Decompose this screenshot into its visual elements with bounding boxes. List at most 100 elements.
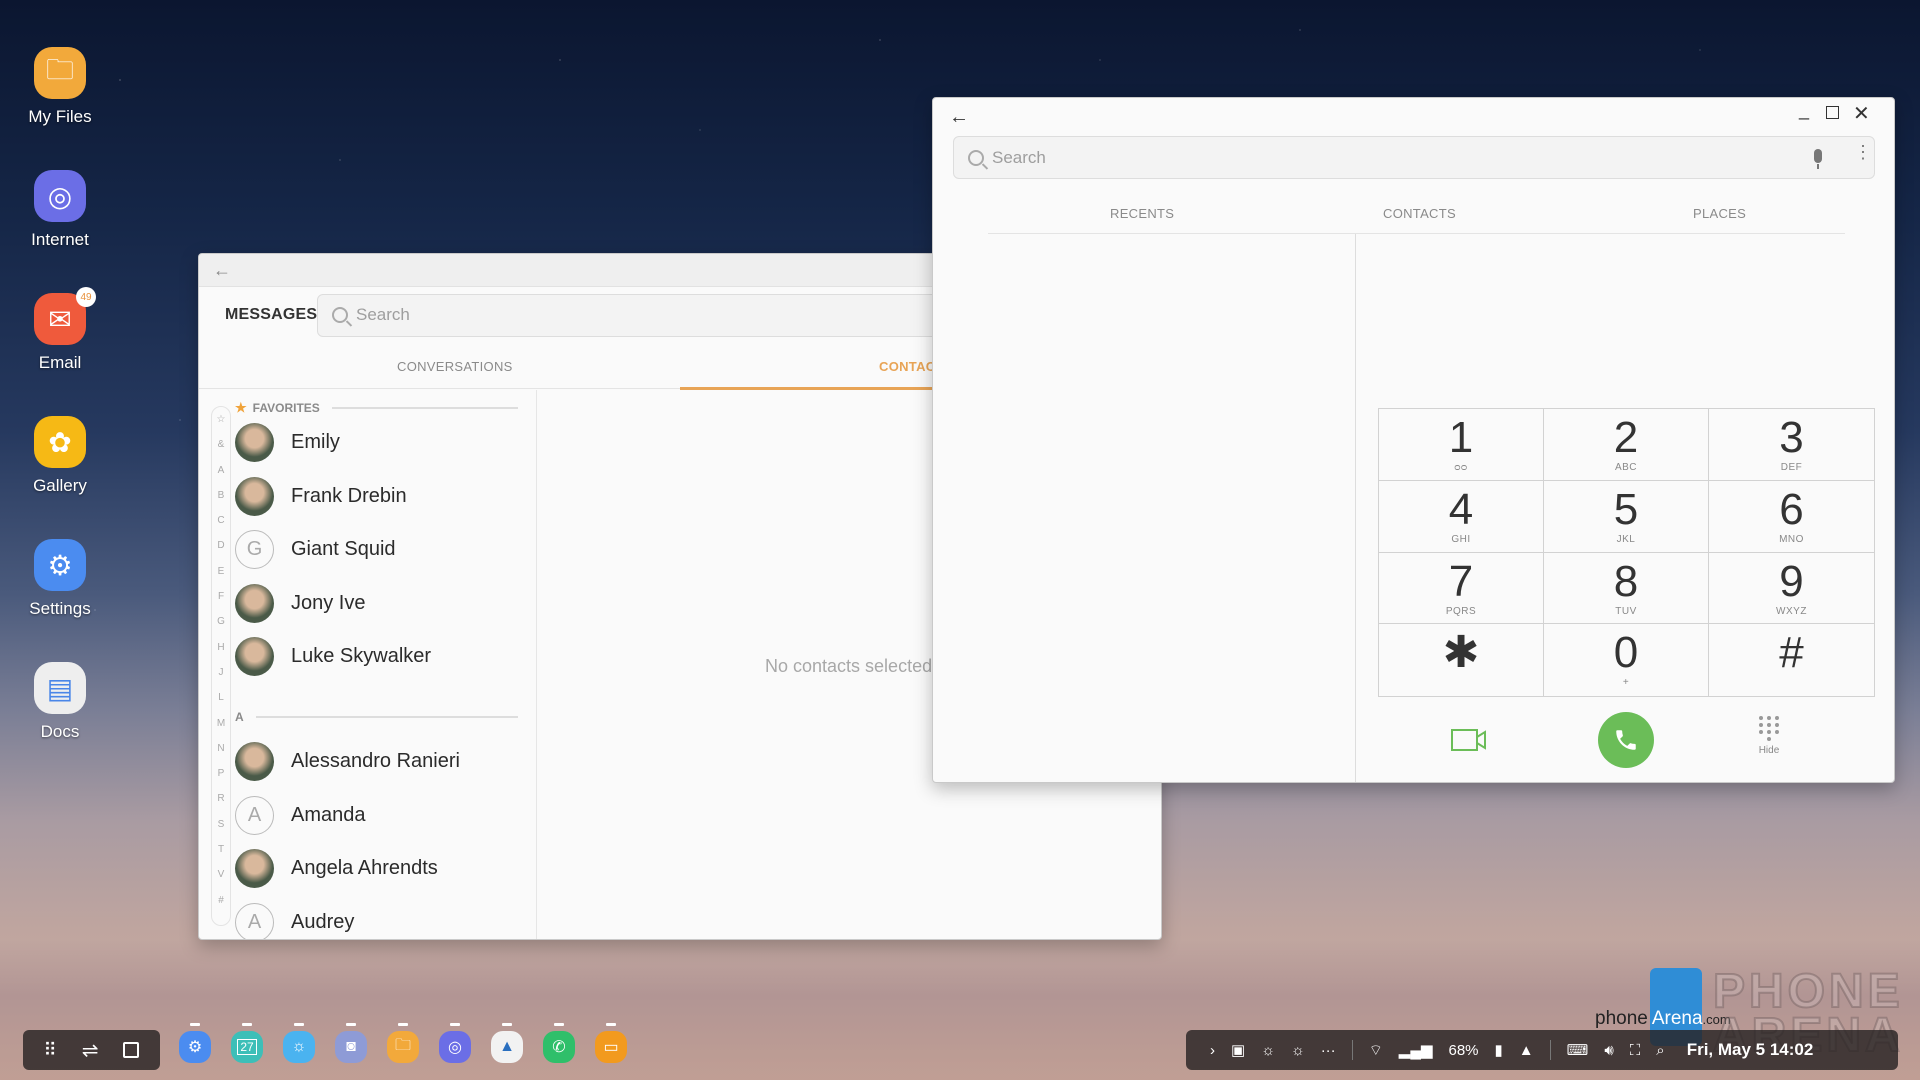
tab-conversations[interactable]: CONVERSATIONS xyxy=(397,359,513,374)
dialpad-key-1[interactable]: 1 ᴑᴑ xyxy=(1379,409,1544,481)
tray-up-arrow-icon[interactable]: ▲ xyxy=(1519,1042,1534,1059)
contact-row[interactable]: G Giant Squid xyxy=(235,523,526,576)
taskbar-app-gallery-photo[interactable]: ▲ xyxy=(490,1023,524,1063)
key-digit: 2 xyxy=(1613,413,1639,462)
dialpad-key-9[interactable]: 9 WXYZ xyxy=(1709,553,1874,625)
desktop-icon-email[interactable]: ✉ 49 Email xyxy=(22,287,98,373)
home-icon[interactable] xyxy=(123,1042,140,1058)
volume-icon[interactable]: 🔊︎ xyxy=(1604,1042,1613,1059)
taskbar-app-weather[interactable]: ☼ xyxy=(282,1023,316,1063)
keyboard-icon[interactable]: ⌨ xyxy=(1567,1041,1589,1059)
index-letter[interactable]: R xyxy=(212,786,230,811)
contact-row[interactable]: Emily xyxy=(235,416,526,469)
phone-search-input[interactable]: Search ⋮ xyxy=(953,136,1875,179)
taskbar-app-calendar[interactable]: 27 xyxy=(230,1023,264,1063)
contact-row[interactable]: Jony Ive xyxy=(235,577,526,630)
pane-divider xyxy=(1355,234,1356,782)
back-arrow-icon[interactable]: ← xyxy=(949,106,969,129)
index-letter[interactable]: # xyxy=(212,888,230,913)
contact-row[interactable]: A Audrey xyxy=(235,896,526,939)
contact-row[interactable]: Alessandro Ranieri xyxy=(235,735,526,788)
more-notifications-icon[interactable]: ··· xyxy=(1321,1042,1336,1059)
tab-recents[interactable]: RECENTS xyxy=(1110,206,1174,221)
index-letter[interactable]: J xyxy=(212,660,230,685)
dialpad-key-3[interactable]: 3 DEF xyxy=(1709,409,1874,481)
index-letter[interactable]: L xyxy=(212,685,230,710)
key-digit: 4 xyxy=(1448,484,1474,534)
index-letter[interactable]: A xyxy=(212,458,230,483)
desktop-icon-label: My Files xyxy=(28,107,92,126)
taskbar-app-my-files[interactable]: 🗀 xyxy=(386,1023,420,1063)
index-letter[interactable]: F xyxy=(212,584,230,609)
microphone-icon[interactable] xyxy=(1814,149,1822,169)
desktop-icon-my-files[interactable]: 🗀 My Files xyxy=(22,47,98,127)
weather-notification-icon-2[interactable]: ☼ xyxy=(1291,1042,1305,1059)
more-options-icon[interactable]: ⋮ xyxy=(1854,143,1872,161)
desktop-icon-gallery[interactable]: ✿ Gallery xyxy=(22,416,98,496)
minimize-button[interactable]: _ xyxy=(1799,100,1809,121)
tab-contacts[interactable]: CONTACTS xyxy=(1383,206,1456,221)
dialpad-key-2[interactable]: 2 ABC xyxy=(1544,409,1709,481)
alphabet-index-scroller[interactable]: ☆ & A B C D E F G H J L M N P R S T V # xyxy=(211,406,231,926)
index-letter[interactable]: S xyxy=(212,812,230,837)
call-button[interactable] xyxy=(1598,712,1654,768)
back-arrow-icon[interactable]: ← xyxy=(213,260,231,281)
close-button[interactable]: ✕ xyxy=(1853,101,1870,126)
dialpad-key-8[interactable]: 8 TUV xyxy=(1544,552,1709,625)
wifi-icon[interactable]: ⌔ xyxy=(1369,1041,1383,1060)
dialpad-key-12[interactable]: # xyxy=(1709,624,1874,696)
running-indicator xyxy=(294,1023,304,1026)
weather-notification-icon[interactable]: ☼ xyxy=(1261,1042,1275,1059)
desktop-icon-docs[interactable]: ▤ Docs xyxy=(22,662,98,742)
index-letter[interactable]: ☆ xyxy=(212,407,230,432)
video-call-icon[interactable] xyxy=(1451,728,1487,752)
desktop-icon-internet[interactable]: ◎ Internet xyxy=(22,170,98,250)
contact-row[interactable]: A Amanda xyxy=(235,789,526,842)
running-indicator xyxy=(606,1023,616,1026)
contact-row[interactable]: Frank Drebin xyxy=(235,470,526,523)
index-letter[interactable]: M xyxy=(212,711,230,736)
index-letter[interactable]: C xyxy=(212,508,230,533)
maximize-button[interactable] xyxy=(1826,106,1839,119)
tab-places[interactable]: PLACES xyxy=(1693,206,1746,221)
recent-apps-icon[interactable]: ⇌ xyxy=(82,1038,99,1063)
index-letter[interactable]: E xyxy=(212,559,230,584)
app-drawer-icon[interactable]: ⠿ xyxy=(44,1040,57,1061)
search-icon[interactable]: ⌕ xyxy=(1656,1042,1664,1059)
index-letter[interactable]: D xyxy=(212,533,230,558)
notification-badge: 49 xyxy=(76,287,96,307)
index-letter[interactable]: & xyxy=(212,432,230,457)
taskbar-app-camera[interactable]: ◙ xyxy=(334,1023,368,1063)
expand-chevron-icon[interactable]: › xyxy=(1210,1042,1215,1059)
taskbar-app-settings[interactable]: ⚙ xyxy=(178,1023,212,1063)
hide-keypad-button[interactable]: Hide xyxy=(1754,716,1784,756)
index-letter[interactable]: P xyxy=(212,761,230,786)
desktop-icon-settings[interactable]: ⚙ Settings xyxy=(22,539,98,619)
index-letter[interactable]: V xyxy=(212,862,230,887)
key-letters: DEF xyxy=(1780,462,1803,473)
taskbar-app-phone[interactable]: ✆ xyxy=(542,1023,576,1063)
dialpad-key-4[interactable]: 4 GHI xyxy=(1379,480,1544,553)
dialpad-key-11[interactable]: 0 + xyxy=(1544,624,1709,696)
index-letter[interactable]: N xyxy=(212,736,230,761)
clock[interactable]: Fri, May 5 14:02 xyxy=(1687,1040,1814,1060)
index-letter[interactable]: B xyxy=(212,483,230,508)
key-digit: 3 xyxy=(1779,413,1804,462)
taskbar-app-internet[interactable]: ◎ xyxy=(438,1023,472,1063)
contact-row[interactable]: Angela Ahrendts xyxy=(235,842,526,895)
contact-name: Luke Skywalker xyxy=(291,645,432,667)
index-letter[interactable]: T xyxy=(212,837,230,862)
contact-name: Frank Drebin xyxy=(291,484,407,507)
contact-row[interactable]: Luke Skywalker xyxy=(235,630,526,683)
index-letter[interactable]: H xyxy=(212,635,230,660)
dialpad-key-6[interactable]: 6 MNO xyxy=(1709,481,1874,553)
taskbar-app-messages[interactable]: ▭ xyxy=(594,1023,628,1063)
contacts-list[interactable]: ☆ & A B C D E F G H J L M N P R S T V # ★ FAVORITES Emily Fr… xyxy=(199,390,537,939)
index-letter[interactable]: G xyxy=(212,609,230,634)
dialpad-key-5[interactable]: 5 JKL xyxy=(1544,480,1709,553)
screenshot-icon[interactable]: ⛶ xyxy=(1630,1042,1641,1059)
gallery-notification-icon[interactable]: ▣ xyxy=(1231,1041,1245,1059)
dialpad-key-7[interactable]: 7 PQRS xyxy=(1379,552,1544,625)
dialpad-key-10[interactable]: ✱ xyxy=(1379,624,1544,696)
hide-label: Hide xyxy=(1758,745,1780,756)
